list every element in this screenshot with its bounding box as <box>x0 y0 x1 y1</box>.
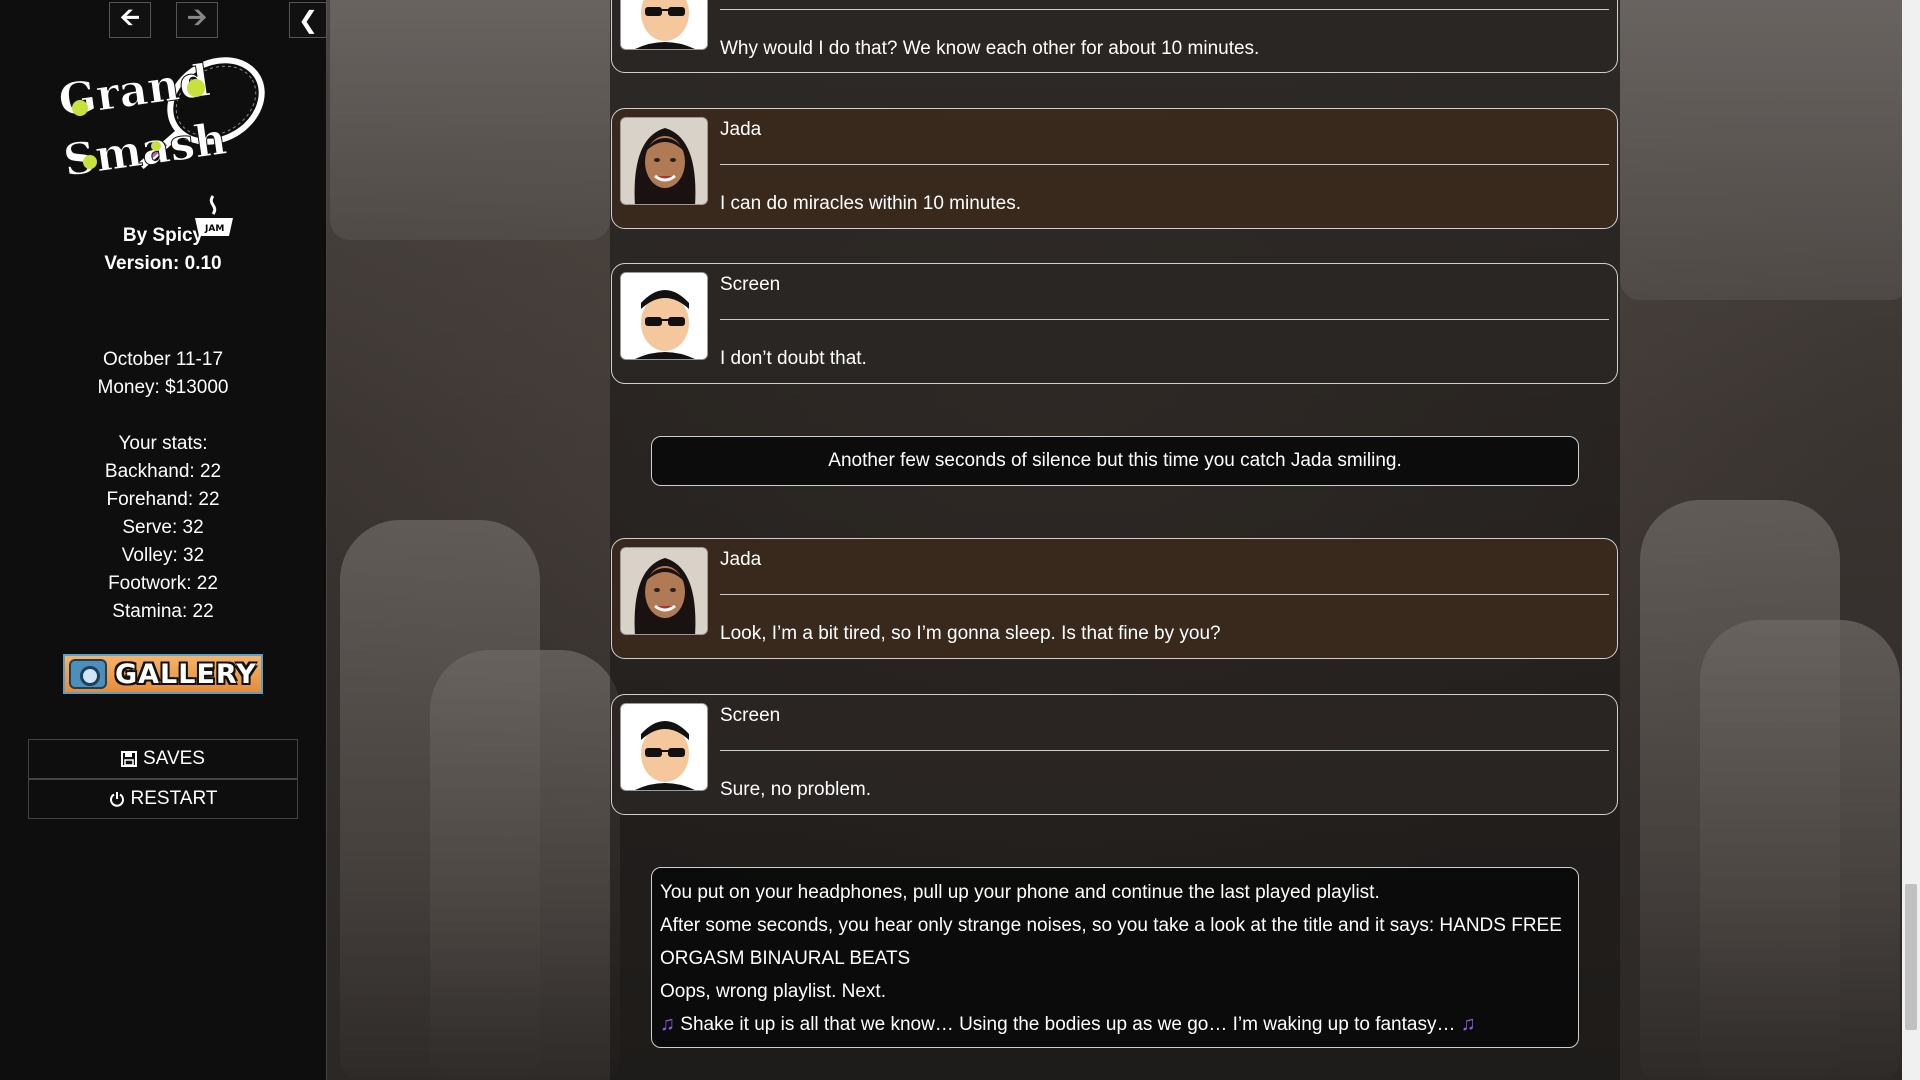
narration-line: Oops, wrong playlist. Next. <box>660 981 886 1002</box>
dialogue-line: I can do miracles within 10 minutes. <box>720 193 1021 214</box>
scrollbar-thumb[interactable] <box>1905 884 1917 1030</box>
narration-box: Another few seconds of silence but this … <box>651 436 1579 486</box>
version-text: Version: 0.10 <box>104 253 222 274</box>
music-note-icon: ♫ <box>660 1013 675 1035</box>
dialogue-line: I don’t doubt that. <box>720 348 867 369</box>
jada-avatar <box>620 117 708 205</box>
dialogue-box-screen: Screen I don’t doubt that. <box>611 263 1618 384</box>
stats-block: Your stats: Backhand: 22 Forehand: 22 Se… <box>0 430 326 626</box>
date-text: October 11-17 <box>102 349 224 370</box>
date-money-block: October 11-17 Money: $13000 <box>0 346 326 402</box>
stats-title: Your stats: <box>118 433 208 454</box>
stat-footwork: Footwork: 22 <box>108 573 218 594</box>
back-button[interactable]: 🡨 <box>109 2 151 38</box>
grand-smash-logo: Grand Smash <box>56 55 265 186</box>
narration-line: After some seconds, you hear only strang… <box>660 915 1562 969</box>
speaker-divider <box>720 750 1609 751</box>
jam-brand-text: JAM <box>204 224 224 234</box>
speaker-divider <box>720 319 1609 320</box>
money-text: Money: $13000 <box>97 377 229 398</box>
dialogue-line: Sure, no problem. <box>720 779 872 800</box>
narration-box-playlist: You put on your headphones, pull up your… <box>651 867 1579 1048</box>
svg-text:Smash: Smash <box>60 114 229 186</box>
restart-button[interactable]: RESTART <box>28 779 298 819</box>
stat-volley: Volley: 32 <box>121 545 205 566</box>
stat-stamina: Stamina: 22 <box>112 601 214 622</box>
speaker-name: Jada <box>720 549 762 570</box>
arrow-right-icon: 🡪 <box>187 3 207 31</box>
speaker-divider <box>720 594 1609 595</box>
dialogue-box-jada: Jada I can do miracles within 10 minutes… <box>611 108 1618 229</box>
narration-line: You put on your headphones, pull up your… <box>660 882 1380 903</box>
stat-forehand: Forehand: 22 <box>106 489 220 510</box>
screen-avatar <box>620 703 708 791</box>
stat-backhand: Backhand: 22 <box>104 461 222 482</box>
gallery-label: GALLERY <box>115 658 257 690</box>
dialogue-box: Why would I do that? We know each other … <box>611 0 1618 73</box>
camera-icon <box>69 659 107 689</box>
speaker-name: Screen <box>720 705 781 726</box>
dialogue-line: Look, I’m a bit tired, so I’m gonna slee… <box>720 623 1221 644</box>
chevron-left-icon: ❮ <box>297 6 319 34</box>
floppy-disk-icon <box>121 751 138 767</box>
page-scrollbar[interactable] <box>1902 0 1920 1080</box>
song-lyric-line: ♫ Shake it up is all that we know… Using… <box>660 1008 1570 1041</box>
screen-avatar <box>620 272 708 360</box>
spicy-jam-logo-icon: JAM <box>194 195 233 236</box>
saves-label: SAVES <box>143 748 205 769</box>
music-note-icon: ♫ <box>1460 1013 1476 1035</box>
arrow-left-icon: 🡨 <box>120 3 140 31</box>
dialogue-box-screen: Screen Sure, no problem. <box>611 694 1618 815</box>
stat-serve: Serve: 32 <box>122 517 204 538</box>
author-text: By Spicy <box>122 225 204 246</box>
power-icon <box>109 792 124 807</box>
saves-button[interactable]: SAVES <box>28 739 298 779</box>
sidebar: 🡨 🡪 ❮ Grand Smash By Spicy JAM Version: … <box>0 0 327 1080</box>
jada-avatar <box>620 547 708 635</box>
gallery-button[interactable]: GALLERY <box>63 654 263 694</box>
dialogue-line: Why would I do that? We know each other … <box>720 38 1260 59</box>
restart-label: RESTART <box>130 788 218 809</box>
byline-block: By Spicy JAM Version: 0.10 <box>0 195 326 278</box>
speaker-name: Jada <box>720 119 762 140</box>
narration-text: Another few seconds of silence but this … <box>828 450 1402 471</box>
collapse-sidebar-button[interactable]: ❮ <box>289 2 327 38</box>
forward-button[interactable]: 🡪 <box>176 2 218 38</box>
screen-avatar <box>620 0 708 50</box>
speaker-divider <box>720 9 1609 10</box>
dialogue-box-jada: Jada Look, I’m a bit tired, so I’m gonna… <box>611 538 1618 659</box>
song-lyric-text: Shake it up is all that we know… Using t… <box>680 1014 1456 1035</box>
speaker-divider <box>720 164 1609 165</box>
speaker-name: Screen <box>720 274 781 295</box>
